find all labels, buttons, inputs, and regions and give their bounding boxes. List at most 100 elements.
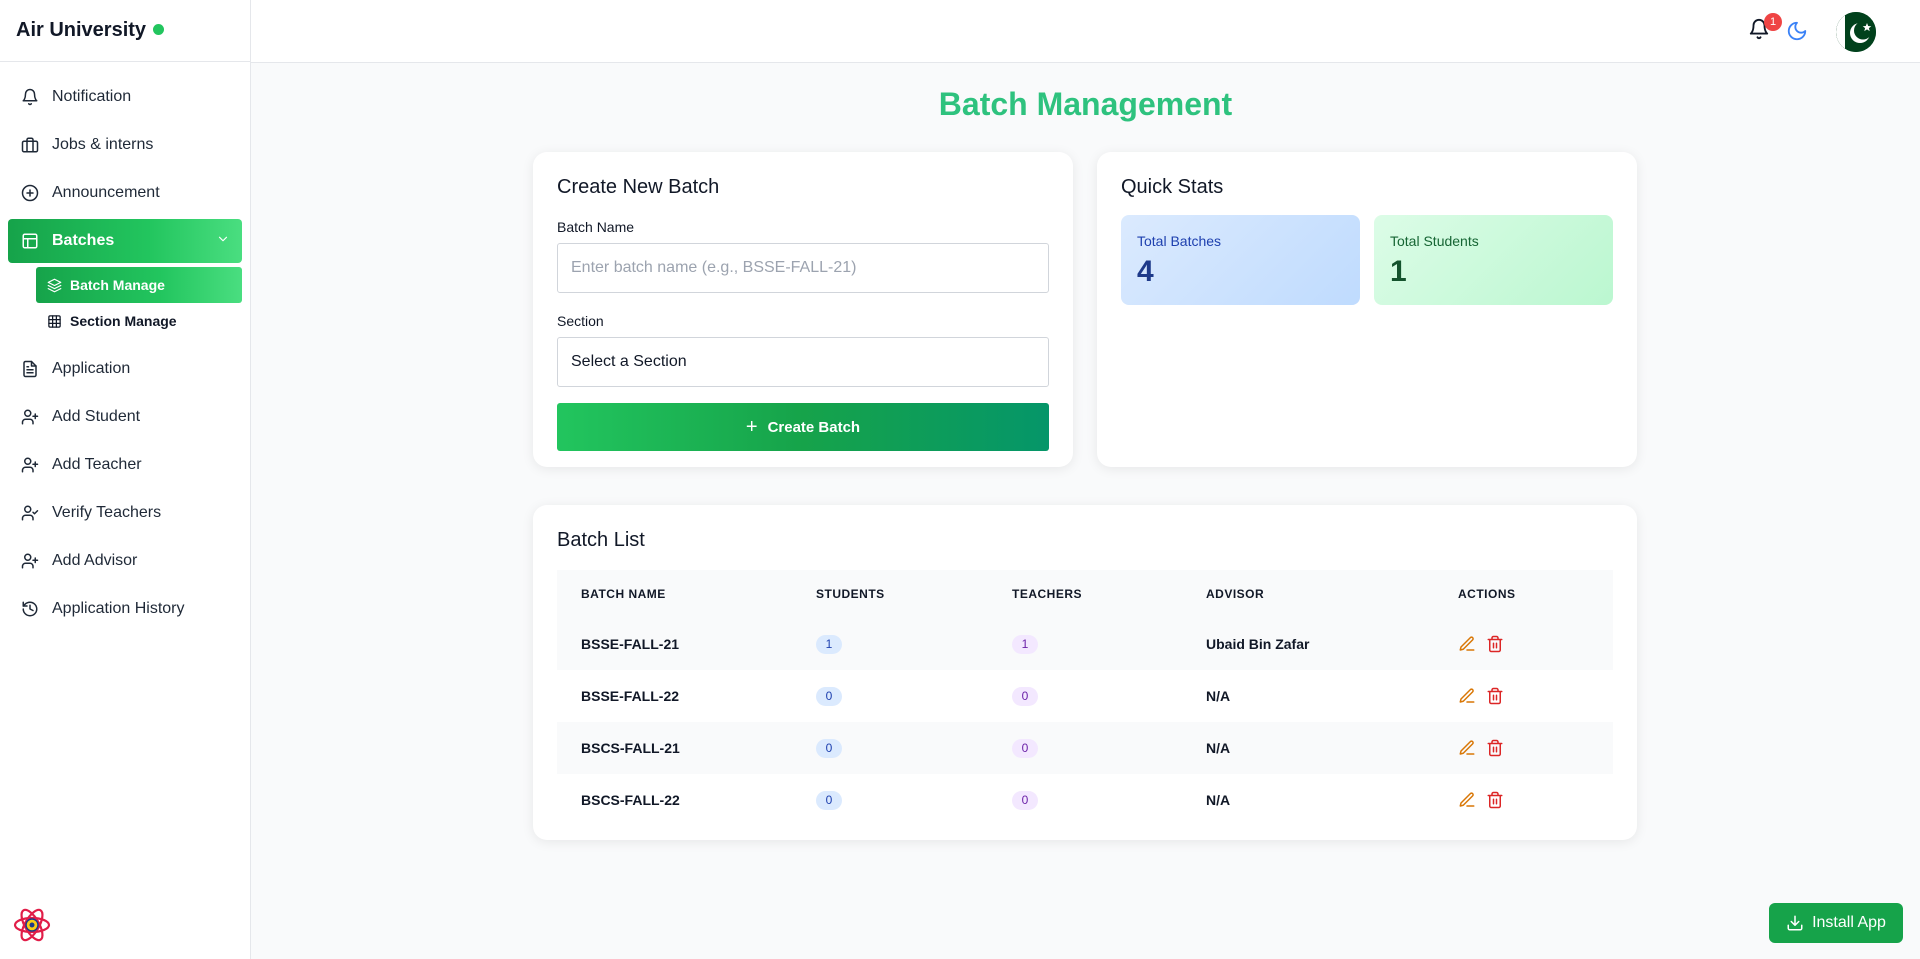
edit-icon[interactable]	[1458, 635, 1476, 653]
total-batches-stat: Total Batches 4	[1121, 215, 1360, 305]
row-actions	[1458, 635, 1613, 653]
plus-circle-icon	[20, 183, 40, 203]
sidebar-item-application[interactable]: Application	[8, 347, 242, 391]
theme-toggle-button[interactable]	[1786, 20, 1808, 42]
create-batch-button-label: Create Batch	[767, 418, 861, 436]
actions-cell	[1434, 670, 1613, 722]
trash-icon[interactable]	[1486, 791, 1504, 809]
students-cell: 0	[792, 722, 988, 774]
row-actions	[1458, 739, 1613, 757]
install-app-button[interactable]: Install App	[1769, 903, 1903, 943]
batch-table: BATCH NAME STUDENTS TEACHERS ADVISOR ACT…	[557, 570, 1613, 826]
sidebar-item-add-teacher[interactable]: Add Teacher	[8, 443, 242, 487]
sidebar-item-label: Add Teacher	[52, 456, 142, 473]
batch-list-card: Batch List BATCH NAME STUDENTS TEACHERS …	[533, 505, 1637, 840]
teachers-cell: 0	[988, 774, 1182, 826]
layout-icon	[20, 231, 40, 251]
sidebar-subitem-batch-manage[interactable]: Batch Manage	[36, 267, 242, 303]
sidebar-nav: Notification Jobs & interns Announcement…	[0, 62, 250, 631]
batch-name-cell: BSCS-FALL-22	[581, 792, 680, 808]
total-students-label: Total Students	[1390, 233, 1479, 249]
students-count-badge: 1	[816, 634, 842, 654]
sidebar-item-notification[interactable]: Notification	[8, 75, 242, 119]
table-header-row: BATCH NAME STUDENTS TEACHERS ADVISOR ACT…	[557, 570, 1613, 618]
sidebar-item-label: Add Student	[52, 408, 141, 425]
students-cell: 0	[792, 774, 988, 826]
user-plus-icon	[20, 407, 40, 427]
column-header: TEACHERS	[1012, 587, 1083, 601]
history-icon	[20, 599, 40, 619]
edit-icon[interactable]	[1458, 791, 1476, 809]
user-plus-icon	[20, 455, 40, 475]
plus-icon: +	[745, 415, 758, 438]
sidebar-item-announcement[interactable]: Announcement	[8, 171, 242, 215]
teachers-count-badge: 1	[1012, 634, 1038, 654]
edit-icon[interactable]	[1458, 687, 1476, 705]
column-header: BATCH NAME	[581, 587, 666, 601]
row-actions	[1458, 687, 1613, 705]
column-header: ADVISOR	[1206, 587, 1265, 601]
chevron-down-icon[interactable]	[216, 232, 230, 251]
user-check-icon	[20, 503, 40, 523]
sidebar-item-label: Application History	[52, 600, 185, 617]
section-label: Section	[557, 313, 604, 329]
batch-name-input[interactable]	[557, 243, 1049, 293]
teachers-cell: 0	[988, 670, 1182, 722]
file-text-icon	[20, 359, 40, 379]
section-select[interactable]: Select a Section	[557, 337, 1049, 387]
download-icon	[1786, 914, 1804, 932]
sidebar-subitem-section-manage[interactable]: Section Manage	[36, 303, 242, 339]
page-title: Batch Management	[938, 86, 1233, 122]
teachers-cell: 1	[988, 618, 1182, 670]
moon-icon	[1787, 21, 1807, 41]
sidebar-item-jobs[interactable]: Jobs & interns	[8, 123, 242, 167]
react-logo-icon[interactable]	[12, 905, 52, 945]
trash-icon[interactable]	[1486, 635, 1504, 653]
grid-icon	[46, 313, 62, 329]
students-cell: 0	[792, 670, 988, 722]
section-select-value: Select a Section	[571, 353, 687, 370]
students-count-badge: 0	[816, 738, 842, 758]
advisor-cell: N/A	[1206, 688, 1231, 704]
sidebar-item-add-advisor[interactable]: Add Advisor	[8, 539, 242, 583]
students-count-badge: 0	[816, 686, 842, 706]
row-actions	[1458, 791, 1613, 809]
sidebar-item-label: Announcement	[52, 184, 160, 201]
actions-cell	[1434, 774, 1613, 826]
sidebar-subitem-label: Batch Manage	[70, 277, 165, 293]
advisor-cell: N/A	[1206, 792, 1231, 808]
sidebar-item-label: Batches	[52, 232, 115, 249]
install-app-label: Install App	[1812, 914, 1886, 931]
actions-cell	[1434, 722, 1613, 774]
sidebar-item-verify-teachers[interactable]: Verify Teachers	[8, 491, 242, 535]
sidebar: Air University Notification Jobs & inter…	[0, 0, 251, 959]
sidebar-item-add-student[interactable]: Add Student	[8, 395, 242, 439]
batch-name-cell: BSSE-FALL-22	[581, 688, 680, 704]
teachers-count-badge: 0	[1012, 790, 1038, 810]
batch-list-title: Batch List	[557, 529, 645, 551]
sidebar-item-application-history[interactable]: Application History	[8, 587, 242, 631]
topbar: 1	[251, 0, 1920, 63]
total-students-stat: Total Students 1	[1374, 215, 1613, 305]
teachers-cell: 0	[988, 722, 1182, 774]
sidebar-item-batches[interactable]: Batches	[8, 219, 242, 263]
trash-icon[interactable]	[1486, 687, 1504, 705]
sidebar-subitem-label: Section Manage	[70, 313, 177, 329]
total-batches-label: Total Batches	[1137, 233, 1222, 249]
total-students-value: 1	[1390, 255, 1407, 288]
trash-icon[interactable]	[1486, 739, 1504, 757]
table-row: BSSE-FALL-21 1 1 Ubaid Bin Zafar	[557, 618, 1613, 670]
teachers-count-badge: 0	[1012, 738, 1038, 758]
edit-icon[interactable]	[1458, 739, 1476, 757]
brand-header: Air University	[0, 0, 250, 62]
batch-name-cell: BSSE-FALL-21	[581, 636, 680, 652]
create-batch-title: Create New Batch	[557, 176, 720, 198]
avatar[interactable]	[1836, 12, 1876, 52]
advisor-cell: N/A	[1206, 740, 1231, 756]
create-batch-button[interactable]: + Create Batch	[557, 403, 1049, 451]
create-batch-card: Create New Batch Batch Name Section Sele…	[533, 152, 1073, 467]
batch-name-label: Batch Name	[557, 219, 635, 235]
students-cell: 1	[792, 618, 988, 670]
notification-button[interactable]: 1	[1748, 13, 1782, 42]
